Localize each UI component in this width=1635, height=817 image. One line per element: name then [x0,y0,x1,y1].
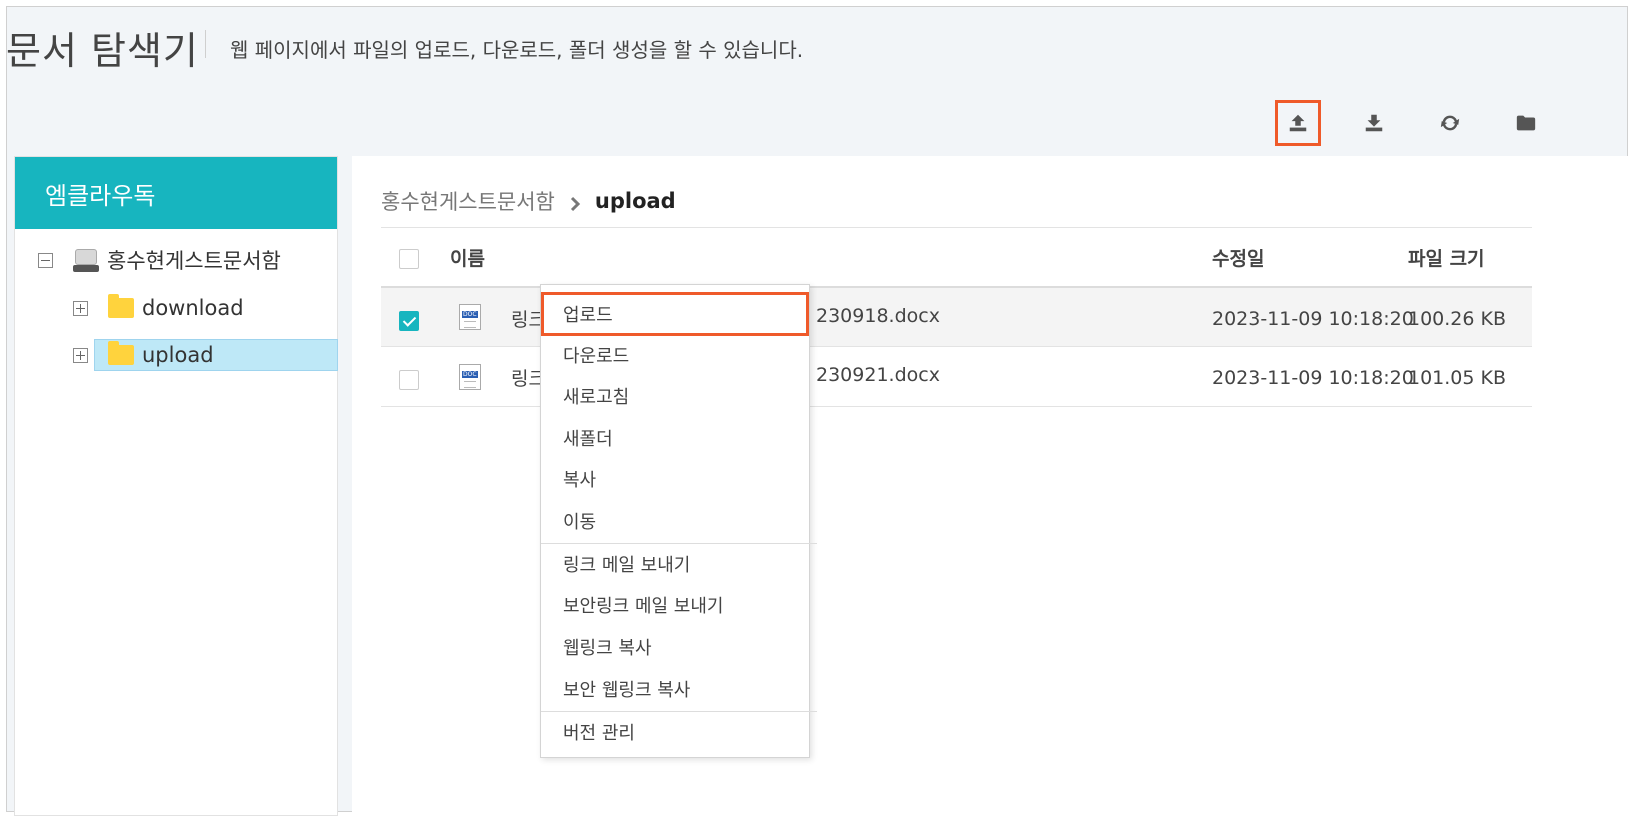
select-all-checkbox[interactable] [399,249,419,269]
breadcrumb: 홍수현게스트문서함 upload [381,186,676,216]
upload-icon [1289,114,1307,132]
expand-icon[interactable] [73,347,88,363]
column-header-name[interactable]: 이름 [450,244,485,271]
collapse-icon[interactable] [38,252,53,268]
context-menu: 업로드 다운로드 새로고침 새폴더 복사 이동 링크 메일 보내기 보안링크 메… [540,284,817,758]
divider [381,227,1532,228]
tree-root[interactable]: 홍수현게스트문서함 [38,243,281,277]
file-size: 101.05 KB [1408,367,1507,389]
row-checkbox[interactable] [399,311,419,331]
tree-root-label: 홍수현게스트문서함 [107,249,281,273]
column-header-modified[interactable]: 수정일 [1212,244,1264,271]
docx-file-icon [459,304,481,330]
menu-item-move[interactable]: 이동 [541,501,809,541]
menu-item-new-folder[interactable]: 새폴더 [541,418,809,458]
folder-icon [108,294,134,318]
menu-item-copy[interactable]: 복사 [541,459,809,499]
column-header-size[interactable]: 파일 크기 [1408,244,1485,271]
upload-button[interactable] [1275,100,1321,146]
file-modified: 2023-11-09 10:18:20 [1212,367,1414,389]
menu-item-secure-link-mail[interactable]: 보안링크 메일 보내기 [541,585,809,625]
menu-item-copy-weblink[interactable]: 웹링크 복사 [541,627,809,667]
file-modified: 2023-11-09 10:18:20 [1212,308,1414,330]
menu-item-refresh[interactable]: 새로고침 [541,376,809,416]
menu-item-upload[interactable]: 업로드 [541,292,809,336]
drive-icon [73,247,99,273]
tree-item-label: upload [142,343,214,367]
tree-item-label: download [142,296,244,320]
breadcrumb-current: upload [594,189,676,213]
menu-item-version-control[interactable]: 버전 관리 [541,712,809,752]
row-checkbox[interactable] [399,370,419,390]
page-subtitle: 웹 페이지에서 파일의 업로드, 다운로드, 폴더 생성을 할 수 있습니다. [230,38,804,62]
menu-item-copy-secure-weblink[interactable]: 보안 웹링크 복사 [541,669,809,709]
menu-item-download[interactable]: 다운로드 [541,335,809,375]
new-folder-button[interactable] [1503,100,1549,146]
docx-file-icon [459,364,481,390]
file-size: 100.26 KB [1408,308,1507,330]
file-name-suffix[interactable]: 230918.docx [816,305,940,327]
folder-icon [1516,115,1536,131]
page-title: 문서 탐색기 [6,29,199,73]
title-divider [205,30,206,58]
breadcrumb-parent[interactable]: 홍수현게스트문서함 [381,186,555,216]
menu-item-link-mail[interactable]: 링크 메일 보내기 [541,544,809,584]
sidebar-header: 엠클라우독 [15,157,337,229]
tree-item-upload[interactable]: upload [73,338,214,372]
tree-item-download[interactable]: download [73,291,244,325]
folder-icon [108,341,134,365]
refresh-icon [1440,115,1460,131]
expand-icon[interactable] [73,300,88,316]
chevron-right-icon [569,193,581,212]
file-name-suffix[interactable]: 230921.docx [816,364,940,386]
download-button[interactable] [1351,100,1397,146]
refresh-button[interactable] [1427,100,1473,146]
download-icon [1365,114,1383,132]
